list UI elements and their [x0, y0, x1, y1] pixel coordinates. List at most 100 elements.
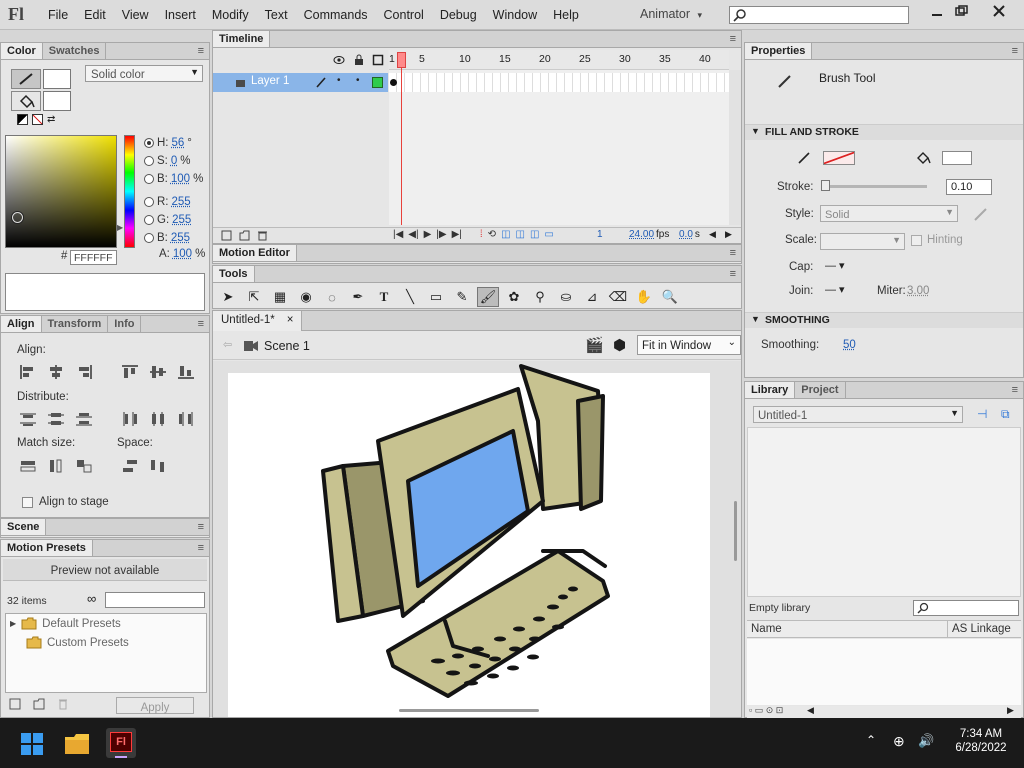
pen-tool-icon[interactable]: ✒ [347, 287, 369, 307]
menu-file[interactable]: File [40, 8, 76, 22]
menu-commands[interactable]: Commands [296, 8, 376, 22]
color-picker-field[interactable] [5, 135, 117, 248]
stroke-input[interactable]: 0.10 [946, 179, 992, 195]
library-list[interactable] [747, 639, 1021, 705]
blue-value[interactable]: 255 [171, 232, 190, 244]
stage-vscroll-thumb[interactable] [734, 501, 737, 561]
keyframe-dot[interactable] [390, 79, 397, 86]
pasteboard[interactable] [213, 361, 741, 717]
menu-view[interactable]: View [114, 8, 157, 22]
deco-tool-icon[interactable]: ✿ [503, 287, 525, 307]
scroll-left-icon[interactable]: ◀ [709, 229, 716, 240]
tab-timeline[interactable]: Timeline [213, 31, 271, 47]
frames-row[interactable] [389, 73, 729, 92]
zoom-select[interactable]: Fit in Window ⌄ [637, 335, 741, 355]
zoom-tool-icon[interactable]: 🔍 [659, 287, 681, 307]
current-frame[interactable]: 1 [597, 229, 603, 240]
match-both-icon[interactable] [75, 458, 93, 474]
3d-rotation-tool-icon[interactable]: ◉ [295, 287, 317, 307]
style-select[interactable]: Solid ▼ [820, 205, 958, 222]
hex-input[interactable]: FFFFFF [70, 250, 117, 265]
globe-icon[interactable]: ⊕ [893, 733, 905, 750]
scroll-right-icon[interactable]: ▶ [725, 229, 732, 240]
file-explorer-icon[interactable] [64, 733, 90, 755]
r-value[interactable]: 255 [172, 196, 191, 208]
fill-color-swatch[interactable] [43, 91, 71, 111]
save-preset-icon[interactable] [9, 698, 21, 710]
expand-arrow-icon[interactable]: ▶ [10, 619, 16, 628]
space-horizontal-icon[interactable] [149, 458, 167, 474]
join-select[interactable]: — ▾ [825, 283, 845, 296]
menu-insert[interactable]: Insert [157, 8, 204, 22]
cap-select[interactable]: — ▾ [825, 259, 845, 272]
g-value[interactable]: 255 [172, 214, 191, 226]
menu-edit[interactable]: Edit [76, 8, 114, 22]
new-folder-icon[interactable] [33, 698, 45, 710]
menu-modify[interactable]: Modify [204, 8, 257, 22]
help-search-input[interactable] [729, 6, 909, 24]
step-back-icon[interactable]: ◀| [408, 229, 418, 240]
b-value[interactable]: 100 [171, 173, 190, 185]
black-white-icon[interactable] [17, 114, 28, 125]
time-value[interactable]: 0.0 [679, 229, 693, 240]
line-tool-icon[interactable]: ╲ [399, 287, 421, 307]
space-vertical-icon[interactable] [121, 458, 139, 474]
menu-text[interactable]: Text [257, 8, 296, 22]
tab-motion-editor[interactable]: Motion Editor [213, 245, 297, 261]
workspace-switcher[interactable]: Animator ▾ [640, 7, 702, 21]
tab-project[interactable]: Project [795, 382, 846, 398]
layer-color-swatch[interactable] [372, 77, 383, 88]
distribute-bottom-icon[interactable] [75, 411, 93, 427]
stroke-slider[interactable] [825, 185, 927, 188]
pencil-icon[interactable] [315, 76, 327, 88]
edit-stroke-style-icon[interactable] [973, 206, 989, 222]
outline-icon[interactable] [372, 54, 384, 66]
radio-s[interactable] [144, 156, 154, 166]
align-left-icon[interactable] [19, 364, 37, 380]
fill-color-button[interactable] [11, 91, 41, 111]
onion-skin-icon[interactable]: ◫ [501, 229, 510, 240]
library-doc-select[interactable]: Untitled-1 ▼ [753, 406, 963, 423]
panel-menu-icon[interactable]: ≡ [192, 519, 209, 535]
close-tab-icon[interactable]: × [287, 314, 294, 328]
tree-item-default-presets[interactable]: ▶ Default Presets [6, 614, 206, 633]
back-arrow-icon[interactable]: ⇦ [223, 338, 232, 351]
match-width-icon[interactable] [19, 458, 37, 474]
pin-library-icon[interactable]: ⊣ [977, 407, 987, 421]
hue-slider[interactable] [124, 135, 135, 248]
stroke-color-button[interactable] [11, 69, 41, 89]
stroke-color-swatch[interactable] [823, 151, 855, 165]
distribute-hcenter-icon[interactable] [149, 411, 167, 427]
new-symbol-icon[interactable]: ▫ ▭ ⊙ ⊡ [749, 705, 783, 716]
miter-value[interactable]: 3.00 [907, 285, 929, 297]
eyedropper-tool-icon[interactable]: ⊿ [581, 287, 603, 307]
last-frame-icon[interactable]: ▶| [452, 229, 462, 240]
new-library-panel-icon[interactable]: ⧉ [1001, 407, 1010, 422]
stroke-color-swatch[interactable] [43, 69, 71, 89]
bone-tool-icon[interactable]: ⚲ [529, 287, 551, 307]
distribute-vcenter-icon[interactable] [47, 411, 65, 427]
tab-color[interactable]: Color [1, 43, 43, 59]
smoothing-value[interactable]: 50 [843, 339, 856, 351]
distribute-top-icon[interactable] [19, 411, 37, 427]
lasso-tool-icon[interactable]: ◌ [321, 287, 343, 307]
playhead-handle[interactable] [397, 52, 406, 68]
new-folder-icon[interactable] [239, 230, 250, 241]
scale-select[interactable]: ▼ [820, 233, 905, 250]
selection-tool-icon[interactable]: ➤ [217, 287, 239, 307]
loop-icon[interactable]: ⟲ [488, 229, 496, 240]
volume-icon[interactable]: 🔊 [918, 733, 934, 749]
layer-lock-dot[interactable]: • [356, 75, 360, 86]
radio-blue[interactable] [144, 233, 154, 243]
menu-help[interactable]: Help [545, 8, 587, 22]
computer-drawing[interactable] [213, 361, 741, 717]
collapse-icon[interactable]: ▼ [751, 126, 760, 136]
smoothing-section[interactable]: ▼ SMOOTHING [745, 312, 1023, 328]
delete-icon[interactable] [57, 698, 69, 710]
windows-start-icon[interactable] [21, 733, 43, 755]
layer-name[interactable]: Layer 1 [251, 75, 289, 87]
library-search-input[interactable] [913, 600, 1019, 616]
menu-window[interactable]: Window [485, 8, 545, 22]
clock[interactable]: 7:34 AM 6/28/2022 [946, 728, 1016, 754]
panel-menu-icon[interactable]: ≡ [192, 316, 209, 332]
